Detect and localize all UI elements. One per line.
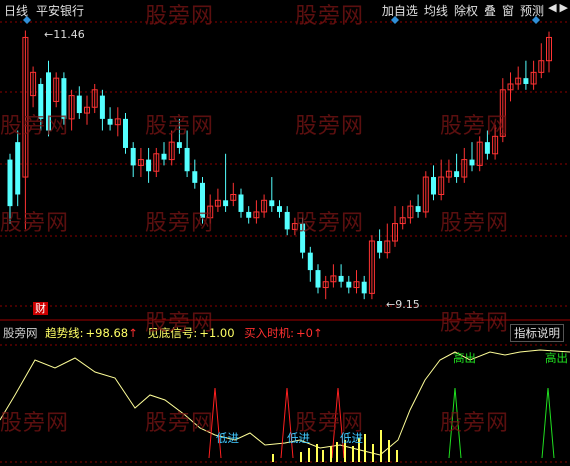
period-label[interactable]: 日线 (4, 4, 28, 18)
trend-line (0, 349, 570, 456)
buy-timing-value: +0 (296, 326, 313, 340)
candle-body (277, 206, 282, 212)
candle-body (338, 275, 344, 282)
candle-body (484, 142, 490, 154)
candle-body (161, 153, 167, 160)
signal-bar (316, 444, 318, 462)
candle-body (307, 252, 313, 271)
candle-body (176, 142, 182, 148)
candle-body (415, 206, 421, 212)
stock-name: 平安银行 (36, 4, 85, 18)
watermark: 股旁网 (0, 114, 70, 139)
buy-signal-spike (280, 387, 294, 459)
watermark: 股旁网 (145, 311, 215, 336)
stock-chart-window: 日线 平安银行 加自选 均线 除权 叠 窗 预测 ◀ ▶ ←11.46 ←9.15… (0, 0, 570, 466)
financial-marker[interactable]: 财 (33, 302, 48, 315)
watermark: 股旁网 (145, 4, 215, 29)
candle-body (246, 211, 252, 218)
watermark: 股旁网 (295, 114, 365, 139)
candle-body (523, 78, 529, 84)
signal-bar (388, 440, 390, 462)
nav-arrows: ◀ ▶ (548, 1, 568, 14)
buy-up-arrow-icon: ↑ (313, 326, 323, 340)
candle-body (192, 171, 198, 183)
signal-bar (352, 446, 354, 462)
high-exit-label-1: 高出 (453, 351, 476, 365)
chevron-right-icon[interactable]: ▶ (560, 1, 568, 14)
signal-bar (336, 442, 338, 462)
watermark: 股旁网 (440, 411, 510, 436)
watermark: 股旁网 (440, 114, 510, 139)
watermark: 股旁网 (0, 411, 70, 436)
signal-bar (330, 446, 332, 462)
candle-body (107, 118, 113, 125)
forecast-button[interactable]: 预测 (520, 2, 544, 19)
candle-body (377, 241, 383, 253)
trend-up-arrow-icon: ↑ (128, 326, 138, 340)
candle-body (346, 281, 352, 288)
signal-bar (396, 450, 398, 462)
watermark: 股旁网 (295, 411, 365, 436)
watermark: 股旁网 (0, 211, 70, 236)
candle-body (269, 200, 275, 207)
watermark: 股旁网 (145, 411, 215, 436)
chevron-left-icon[interactable]: ◀ (548, 1, 556, 14)
watermark: 股旁网 (440, 311, 510, 336)
add-favorite-button[interactable]: 加自选 (382, 2, 418, 19)
high-price-label: ←11.46 (44, 28, 85, 41)
signal-bar (322, 450, 324, 462)
candle-body (76, 95, 82, 114)
arrow-left-icon: ← (44, 28, 54, 41)
candle-body (130, 147, 136, 166)
candle-body (454, 171, 460, 178)
toolbar: 加自选 均线 除权 叠 窗 预测 (382, 2, 544, 19)
trend-line-value: +98.68 (85, 326, 129, 340)
watermark: 股旁网 (295, 4, 365, 29)
signal-bar (372, 444, 374, 462)
candle-body (223, 200, 229, 207)
trend-line-label: 趋势线: (45, 326, 84, 340)
signal-bar (364, 434, 366, 462)
sell-signal-spike (541, 387, 555, 459)
arrow-left-icon: ← (386, 298, 396, 311)
candle-body (431, 177, 436, 195)
window-button[interactable]: 窗 (502, 2, 514, 19)
watermark: 股旁网 (295, 211, 365, 236)
candle-body (146, 159, 152, 172)
candle-body (123, 118, 128, 148)
candle-body (284, 211, 290, 230)
indicator-name: 股旁网 (3, 326, 38, 340)
buy-timing-label: 买入时机: (244, 326, 295, 340)
watermark: 股旁网 (145, 114, 215, 139)
candle-body (15, 142, 21, 195)
moving-average-button[interactable]: 均线 (424, 2, 448, 19)
ex-rights-button[interactable]: 除权 (454, 2, 478, 19)
signal-bar (380, 430, 382, 462)
signal-bar (300, 452, 302, 462)
overlay-button[interactable]: 叠 (484, 2, 496, 19)
signal-bar (272, 454, 274, 462)
watermark: 股旁网 (145, 211, 215, 236)
candle-body (99, 95, 105, 119)
low-entry-label-1: 低进 (216, 431, 239, 445)
candle-body (315, 270, 321, 288)
candle-body (469, 159, 475, 166)
candle-body (184, 147, 190, 172)
candle-body (7, 159, 13, 207)
candle-body (361, 281, 367, 294)
signal-bar (308, 448, 310, 462)
chart-title: 日线 平安银行 (4, 2, 84, 19)
watermark: 股旁网 (440, 211, 510, 236)
low-price-label: ←9.15 (386, 298, 420, 311)
high-exit-label-2: 高出 (545, 351, 568, 365)
candle-body (238, 194, 244, 212)
indicator-help-button[interactable]: 指标说明 (510, 324, 564, 342)
